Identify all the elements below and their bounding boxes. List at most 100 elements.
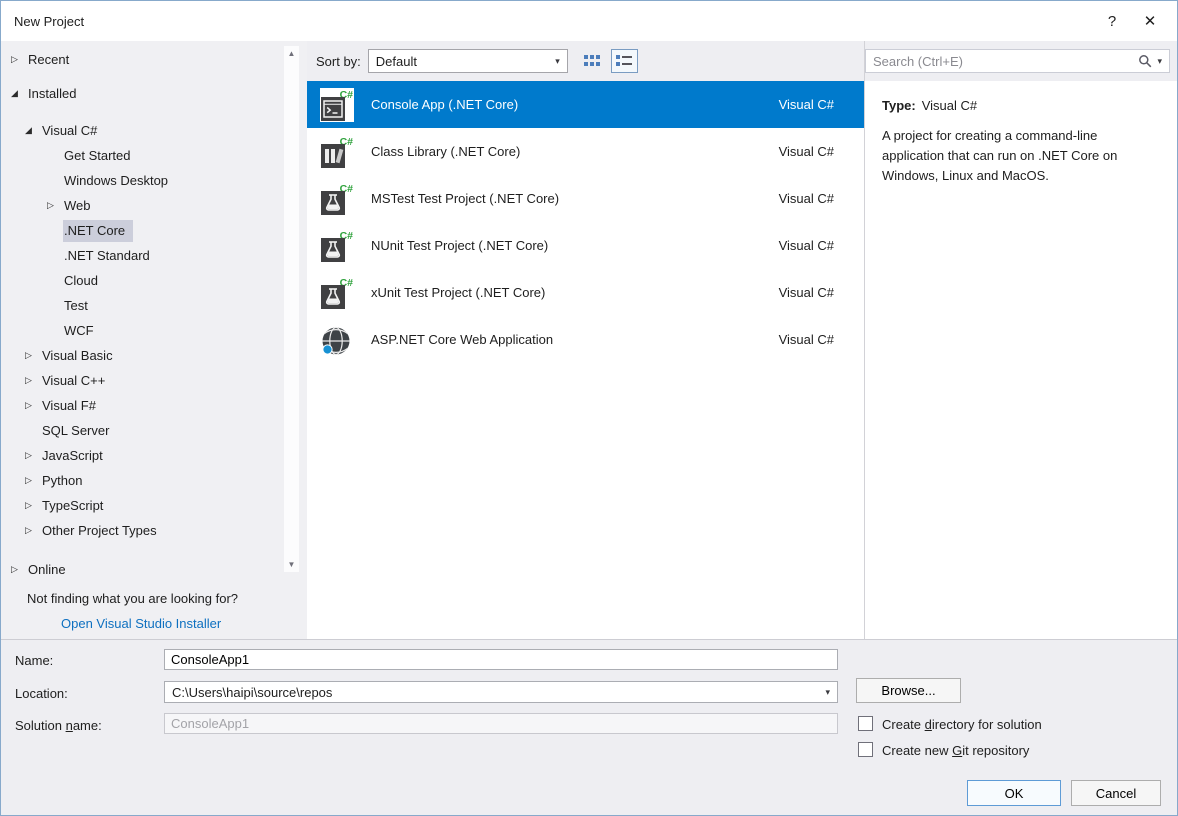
sidebar-item-label: Recent — [27, 49, 77, 71]
create-git-repository-checkbox[interactable] — [858, 742, 873, 757]
sidebar-item-wcf[interactable]: WCF — [1, 318, 307, 343]
sidebar-item-net-core[interactable]: .NET Core — [1, 218, 307, 243]
title-bar: New Project ? ✕ — [1, 1, 1177, 41]
chevron-right-icon[interactable]: ▷ — [24, 350, 41, 361]
sidebar-item-label: TypeScript — [41, 495, 111, 517]
template-row-nunit[interactable]: C# NUnit Test Project (.NET Core) Visual… — [307, 222, 864, 269]
chevron-right-icon[interactable]: ▷ — [24, 525, 41, 536]
sidebar-item-installed[interactable]: ◢ Installed — [1, 81, 307, 106]
template-row-mstest[interactable]: C# MSTest Test Project (.NET Core) Visua… — [307, 175, 864, 222]
sort-toolbar: Sort by: Default ▾ — [307, 41, 864, 81]
sidebar-item-python[interactable]: ▷ Python — [1, 468, 307, 493]
open-visual-studio-installer-link[interactable]: Open Visual Studio Installer — [1, 606, 307, 631]
sidebar-item-visual-basic[interactable]: ▷ Visual Basic — [1, 343, 307, 368]
template-language: Visual C# — [779, 285, 834, 300]
scroll-up-icon[interactable]: ▲ — [284, 46, 299, 61]
sidebar-item-label: JavaScript — [41, 445, 111, 467]
not-finding-text: Not finding what you are looking for? — [1, 582, 307, 606]
sidebar-item-typescript[interactable]: ▷ TypeScript — [1, 493, 307, 518]
template-name: Class Library (.NET Core) — [371, 144, 779, 159]
list-view-button[interactable] — [611, 49, 638, 73]
type-value: Visual C# — [922, 98, 977, 113]
template-row-xunit[interactable]: C# xUnit Test Project (.NET Core) Visual… — [307, 269, 864, 316]
chevron-down-icon: ▾ — [555, 57, 560, 66]
sidebar-item-web[interactable]: ▷ Web — [1, 193, 307, 218]
ok-button[interactable]: OK — [967, 780, 1061, 806]
chevron-expanded-icon[interactable]: ◢ — [24, 125, 41, 136]
sort-by-dropdown[interactable]: Default ▾ — [368, 49, 568, 73]
location-combobox[interactable]: C:\Users\haipi\source\repos ▾ — [164, 681, 838, 703]
cancel-button[interactable]: Cancel — [1071, 780, 1161, 806]
test-project-icon: C# — [320, 276, 354, 310]
chevron-right-icon[interactable]: ▷ — [10, 54, 27, 65]
sidebar-item-label: Installed — [27, 83, 84, 105]
close-icon: ✕ — [1144, 12, 1157, 30]
chevron-right-icon[interactable]: ▷ — [24, 375, 41, 386]
template-name: xUnit Test Project (.NET Core) — [371, 285, 779, 300]
chevron-right-icon[interactable]: ▷ — [46, 200, 63, 211]
project-name-input[interactable] — [164, 649, 838, 670]
type-line: Type: Visual C# — [882, 98, 1163, 113]
template-row-class-library[interactable]: C# Class Library (.NET Core) Visual C# — [307, 128, 864, 175]
create-directory-label[interactable]: Create directory for solution — [882, 717, 1042, 732]
template-row-console-app[interactable]: C# Console App (.NET Core) Visual C# — [307, 81, 864, 128]
sidebar-item-test[interactable]: Test — [1, 293, 307, 318]
chevron-right-icon[interactable]: ▷ — [10, 564, 27, 575]
search-options-caret-icon[interactable]: ▾ — [1157, 57, 1162, 66]
sidebar-item-cloud[interactable]: Cloud — [1, 268, 307, 293]
name-label: Name: — [15, 653, 53, 668]
dialog-title: New Project — [14, 14, 84, 29]
location-label: Location: — [15, 686, 68, 701]
help-button[interactable]: ? — [1093, 7, 1131, 35]
sidebar-item-label: Test — [63, 295, 96, 317]
template-language: Visual C# — [779, 238, 834, 253]
template-name: NUnit Test Project (.NET Core) — [371, 238, 779, 253]
category-sidebar: ▷ Recent ◢ Installed ◢ Visual C# Get Sta… — [1, 41, 307, 639]
chevron-right-icon[interactable]: ▷ — [24, 450, 41, 461]
template-name: Console App (.NET Core) — [371, 97, 779, 112]
sidebar-item-label: Visual F# — [41, 395, 104, 417]
search-icon[interactable] — [1138, 54, 1152, 68]
sidebar-footer: ▷ Online Not finding what you are lookin… — [1, 557, 307, 631]
sidebar-item-label: Visual C++ — [41, 370, 113, 392]
class-library-icon: C# — [320, 135, 354, 169]
sidebar-item-get-started[interactable]: Get Started — [1, 143, 307, 168]
sidebar-item-label: Visual Basic — [41, 345, 121, 367]
sidebar-item-other-project-types[interactable]: ▷ Other Project Types — [1, 518, 307, 543]
create-directory-checkbox[interactable] — [858, 716, 873, 731]
search-box[interactable]: ▾ — [865, 49, 1170, 73]
close-button[interactable]: ✕ — [1131, 7, 1169, 35]
sidebar-item-label: Web — [63, 195, 99, 217]
sidebar-item-visual-csharp[interactable]: ◢ Visual C# — [1, 118, 307, 143]
sidebar-scrollbar[interactable]: ▲ ▼ — [284, 46, 299, 572]
create-git-repository-label[interactable]: Create new Git repository — [882, 743, 1029, 758]
chevron-expanded-icon[interactable]: ◢ — [10, 88, 27, 99]
sidebar-item-javascript[interactable]: ▷ JavaScript — [1, 443, 307, 468]
template-row-aspnet-core-web-application[interactable]: ASP.NET Core Web Application Visual C# — [307, 316, 864, 363]
sidebar-item-recent[interactable]: ▷ Recent — [1, 47, 307, 72]
location-value: C:\Users\haipi\source\repos — [172, 685, 332, 700]
sidebar-item-label: Python — [41, 470, 90, 492]
help-icon: ? — [1108, 13, 1116, 30]
type-label: Type: — [882, 98, 916, 113]
sidebar-item-label: Windows Desktop — [63, 170, 176, 192]
details-panel: ▾ Type:Visual C# A project for creating … — [864, 41, 1177, 639]
chevron-right-icon[interactable]: ▷ — [24, 400, 41, 411]
browse-button[interactable]: Browse... — [856, 678, 961, 703]
small-icons-view-button[interactable] — [579, 49, 606, 73]
sidebar-item-net-standard[interactable]: .NET Standard — [1, 243, 307, 268]
search-input[interactable] — [873, 54, 1133, 69]
chevron-right-icon[interactable]: ▷ — [24, 500, 41, 511]
sidebar-item-sql-server[interactable]: SQL Server — [1, 418, 307, 443]
template-name: MSTest Test Project (.NET Core) — [371, 191, 779, 206]
sidebar-item-visual-cpp[interactable]: ▷ Visual C++ — [1, 368, 307, 393]
chevron-right-icon[interactable]: ▷ — [24, 475, 41, 486]
sidebar-item-windows-desktop[interactable]: Windows Desktop — [1, 168, 307, 193]
sidebar-item-visual-fsharp[interactable]: ▷ Visual F# — [1, 393, 307, 418]
template-language: Visual C# — [779, 97, 834, 112]
chevron-down-icon[interactable]: ▾ — [825, 688, 830, 697]
solution-name-label: Solution name: — [15, 718, 102, 733]
solution-name-input[interactable] — [164, 713, 838, 734]
template-list: C# Console App (.NET Core) Visual C# — [307, 81, 864, 639]
sidebar-item-online[interactable]: ▷ Online — [1, 557, 307, 582]
